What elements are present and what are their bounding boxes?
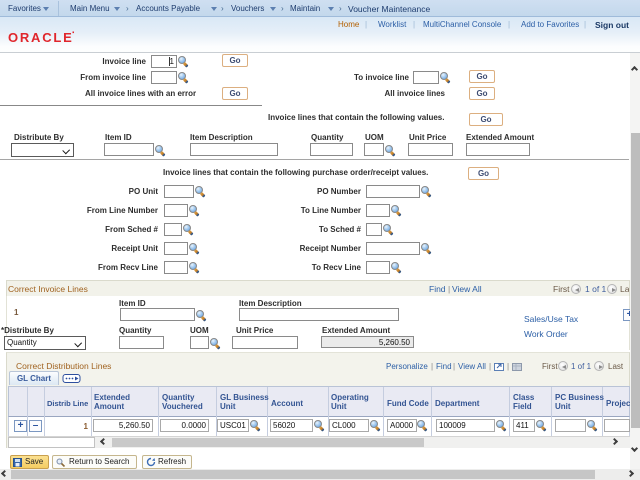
svg-text:ORACLE: ORACLE — [8, 31, 72, 44]
